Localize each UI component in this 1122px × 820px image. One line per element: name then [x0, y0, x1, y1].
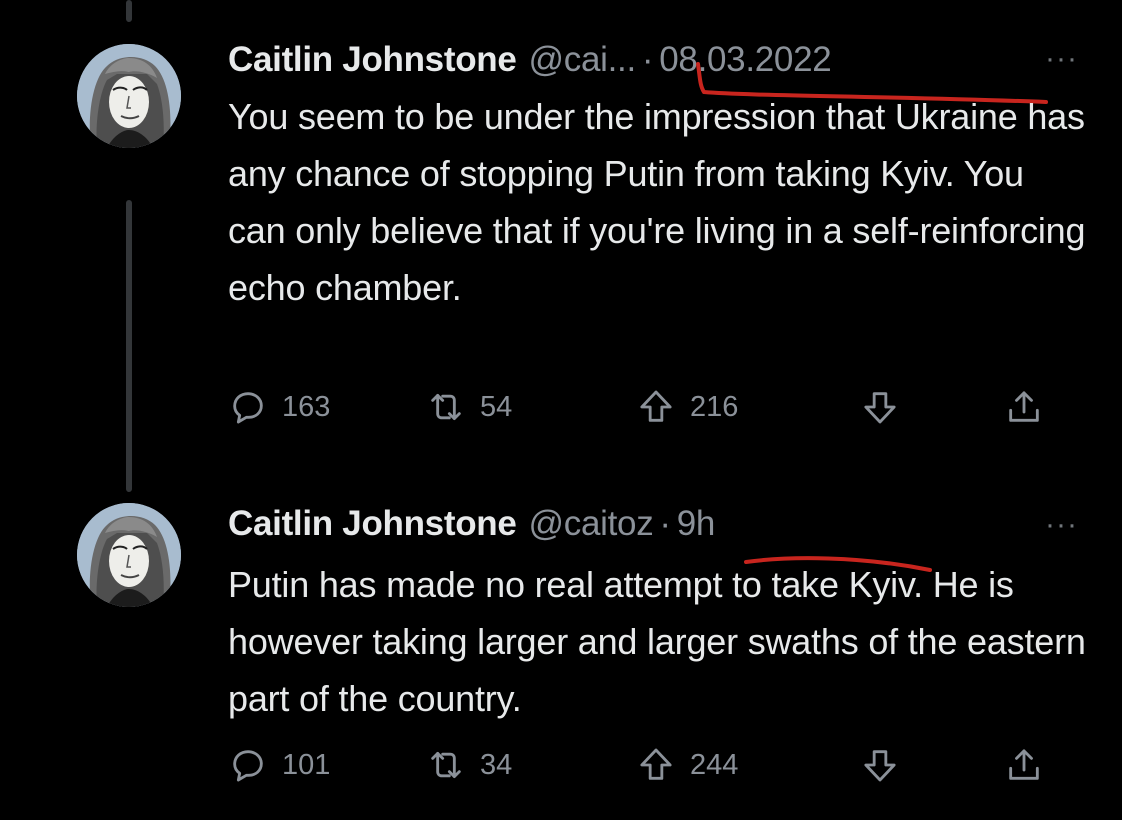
- separator: ·: [659, 504, 671, 543]
- downvote-button[interactable]: [860, 745, 900, 785]
- retweet-icon: [431, 751, 461, 779]
- retweet-count: 34: [480, 748, 513, 781]
- tweet-header: Caitlin Johnstone @caitoz · 9h: [228, 504, 1062, 548]
- share-button[interactable]: [1004, 745, 1044, 785]
- downvote-icon: [864, 750, 896, 782]
- share-icon: [1009, 749, 1039, 780]
- tweet-text: Putin has made no real attempt to take K…: [228, 564, 1086, 719]
- author-handle[interactable]: @caitoz: [529, 504, 654, 544]
- upvote-button[interactable]: 244: [636, 745, 738, 785]
- author-name[interactable]: Caitlin Johnstone: [228, 504, 517, 544]
- upvote-icon: [640, 748, 672, 780]
- reply-button[interactable]: 101: [228, 745, 330, 785]
- upvote-count: 244: [690, 748, 739, 781]
- more-icon[interactable]: ···: [1045, 510, 1078, 540]
- reply-icon: [233, 750, 263, 782]
- avatar[interactable]: [77, 503, 181, 607]
- timestamp[interactable]: 9h: [677, 504, 716, 544]
- action-bar: 101 34 244: [228, 745, 1058, 795]
- reply-count: 101: [282, 748, 331, 781]
- tweet[interactable]: Caitlin Johnstone @caitoz · 9h ··· Putin…: [0, 0, 1122, 820]
- retweet-button[interactable]: 34: [426, 745, 512, 785]
